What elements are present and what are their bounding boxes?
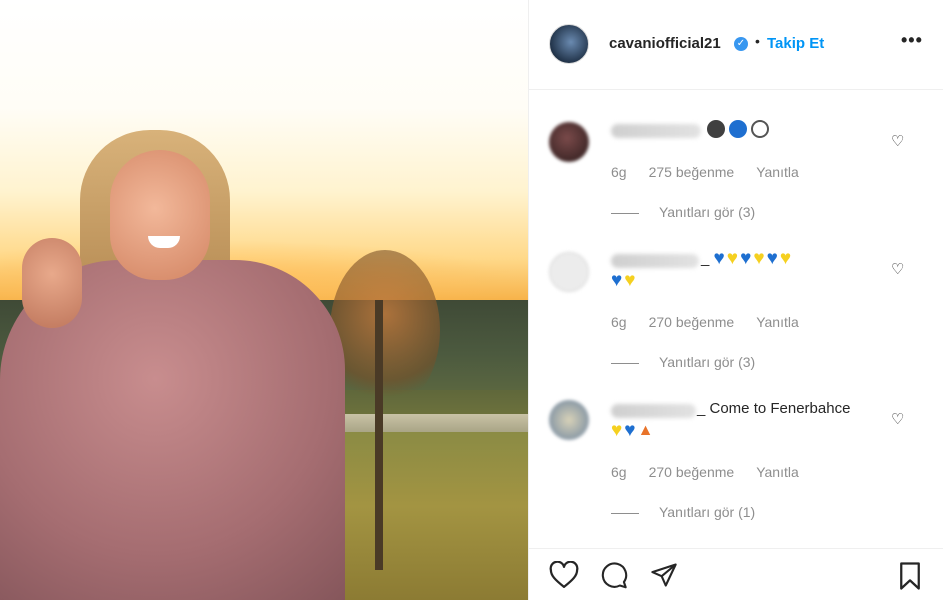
save-bookmark-icon[interactable]: [897, 561, 923, 596]
blue-heart-emoji-icon: ♥: [740, 248, 752, 270]
like-heart-icon[interactable]: [549, 560, 579, 594]
comment-username[interactable]: [611, 124, 701, 138]
replies-divider: [611, 362, 639, 364]
comment-like-heart-icon[interactable]: ♡: [891, 132, 904, 150]
post-header: cavaniofficial21 ✓ • Takip Et •••: [529, 0, 943, 90]
comment-username[interactable]: [611, 254, 699, 268]
comment-text: _ ♥ ♥ ♥ ♥ ♥ ♥: [701, 248, 793, 270]
blue-heart-emoji-icon: ♥: [713, 248, 725, 270]
share-paper-plane-icon[interactable]: [649, 561, 679, 594]
comments-panel: cavaniofficial21 ✓ • Takip Et ••• ♡ 6g 27…: [528, 0, 943, 600]
post-action-bar: [529, 548, 943, 600]
comment-item: ♡ 6g 275 beğenme Yanıtla Yanıtları gör (3): [529, 120, 943, 230]
yellow-heart-emoji-icon: ♥: [753, 248, 765, 270]
comment-like-heart-icon[interactable]: ♡: [891, 260, 904, 278]
comment-time: 6g: [611, 164, 627, 180]
follow-button[interactable]: Takip Et: [767, 35, 824, 52]
comment-avatar[interactable]: [549, 122, 589, 162]
person-face: [110, 150, 210, 280]
comment-meta: 6g 270 beğenme Yanıtla: [611, 464, 821, 480]
comment-item: _ ♥ ♥ ♥ ♥ ♥ ♥ ♥ ♥ ♡ 6g 270 beğenme Yanıtla Yanıt…: [529, 248, 943, 375]
comment-username[interactable]: [611, 404, 696, 418]
comment-reply-button[interactable]: Yanıtla: [756, 164, 799, 180]
post-photo[interactable]: [0, 0, 528, 600]
yellow-heart-emoji-icon: ♥: [624, 270, 636, 291]
profile-avatar[interactable]: [549, 24, 589, 64]
profile-username[interactable]: cavaniofficial21: [609, 35, 721, 52]
tree-trunk: [375, 300, 383, 570]
tree-crown: [330, 250, 440, 410]
blue-heart-emoji-icon: ♥: [624, 420, 636, 441]
view-replies-button[interactable]: Yanıtları gör (3): [611, 204, 755, 220]
view-replies-button[interactable]: Yanıtları gör (1): [611, 504, 755, 520]
view-replies-label: Yanıtları gör (3): [659, 354, 756, 370]
replies-divider: [611, 212, 639, 214]
view-replies-label: Yanıtları gör (1): [659, 504, 756, 520]
comment-time: 6g: [611, 464, 627, 480]
comment-reply-button[interactable]: Yanıtla: [756, 314, 799, 330]
yellow-heart-emoji-icon: ♥: [611, 420, 623, 441]
header-separator: •: [755, 33, 760, 49]
view-replies-button[interactable]: Yanıtları gör (3): [611, 354, 755, 370]
comment-text: _ Come to Fenerbahce: [697, 400, 851, 417]
yellow-heart-emoji-icon: ♥: [726, 248, 739, 270]
comment-item: _ Come to Fenerbahce ♥ ♥ ▲ ♡ 6g 270 beğenme…: [529, 400, 943, 525]
more-options-icon[interactable]: •••: [901, 30, 923, 51]
comment-meta: 6g 275 beğenme Yanıtla: [611, 164, 821, 180]
comment-avatar[interactable]: [549, 252, 589, 292]
black-circle-emoji-icon: [707, 120, 725, 138]
fire-emoji-icon: ▲: [637, 422, 654, 439]
comment-text: [707, 120, 773, 138]
verified-badge-icon: ✓: [734, 37, 748, 51]
comment-bubble-icon[interactable]: [599, 561, 629, 594]
comment-text-line-2: ♥ ♥: [611, 270, 638, 291]
replies-divider: [611, 512, 639, 514]
yellow-heart-emoji-icon: ♥: [779, 248, 792, 270]
comment-likes[interactable]: 270 beğenme: [649, 464, 735, 480]
comment-likes[interactable]: 270 beğenme: [649, 314, 735, 330]
blue-heart-emoji-icon: ♥: [611, 270, 623, 291]
blue-circle-emoji-icon: [729, 120, 747, 138]
comment-avatar[interactable]: [549, 400, 589, 440]
comment-like-heart-icon[interactable]: ♡: [891, 410, 904, 428]
blue-heart-emoji-icon: ♥: [766, 248, 778, 270]
comment-likes[interactable]: 275 beğenme: [649, 164, 735, 180]
view-replies-label: Yanıtları gör (3): [659, 204, 756, 220]
person-hand: [22, 238, 82, 328]
white-circle-emoji-icon: [751, 120, 769, 138]
comment-time: 6g: [611, 314, 627, 330]
comment-meta: 6g 270 beğenme Yanıtla: [611, 314, 821, 330]
comment-text-suffix: _: [701, 250, 710, 267]
comment-reply-button[interactable]: Yanıtla: [756, 464, 799, 480]
comment-text-line-2: ♥ ♥ ▲: [611, 420, 655, 441]
